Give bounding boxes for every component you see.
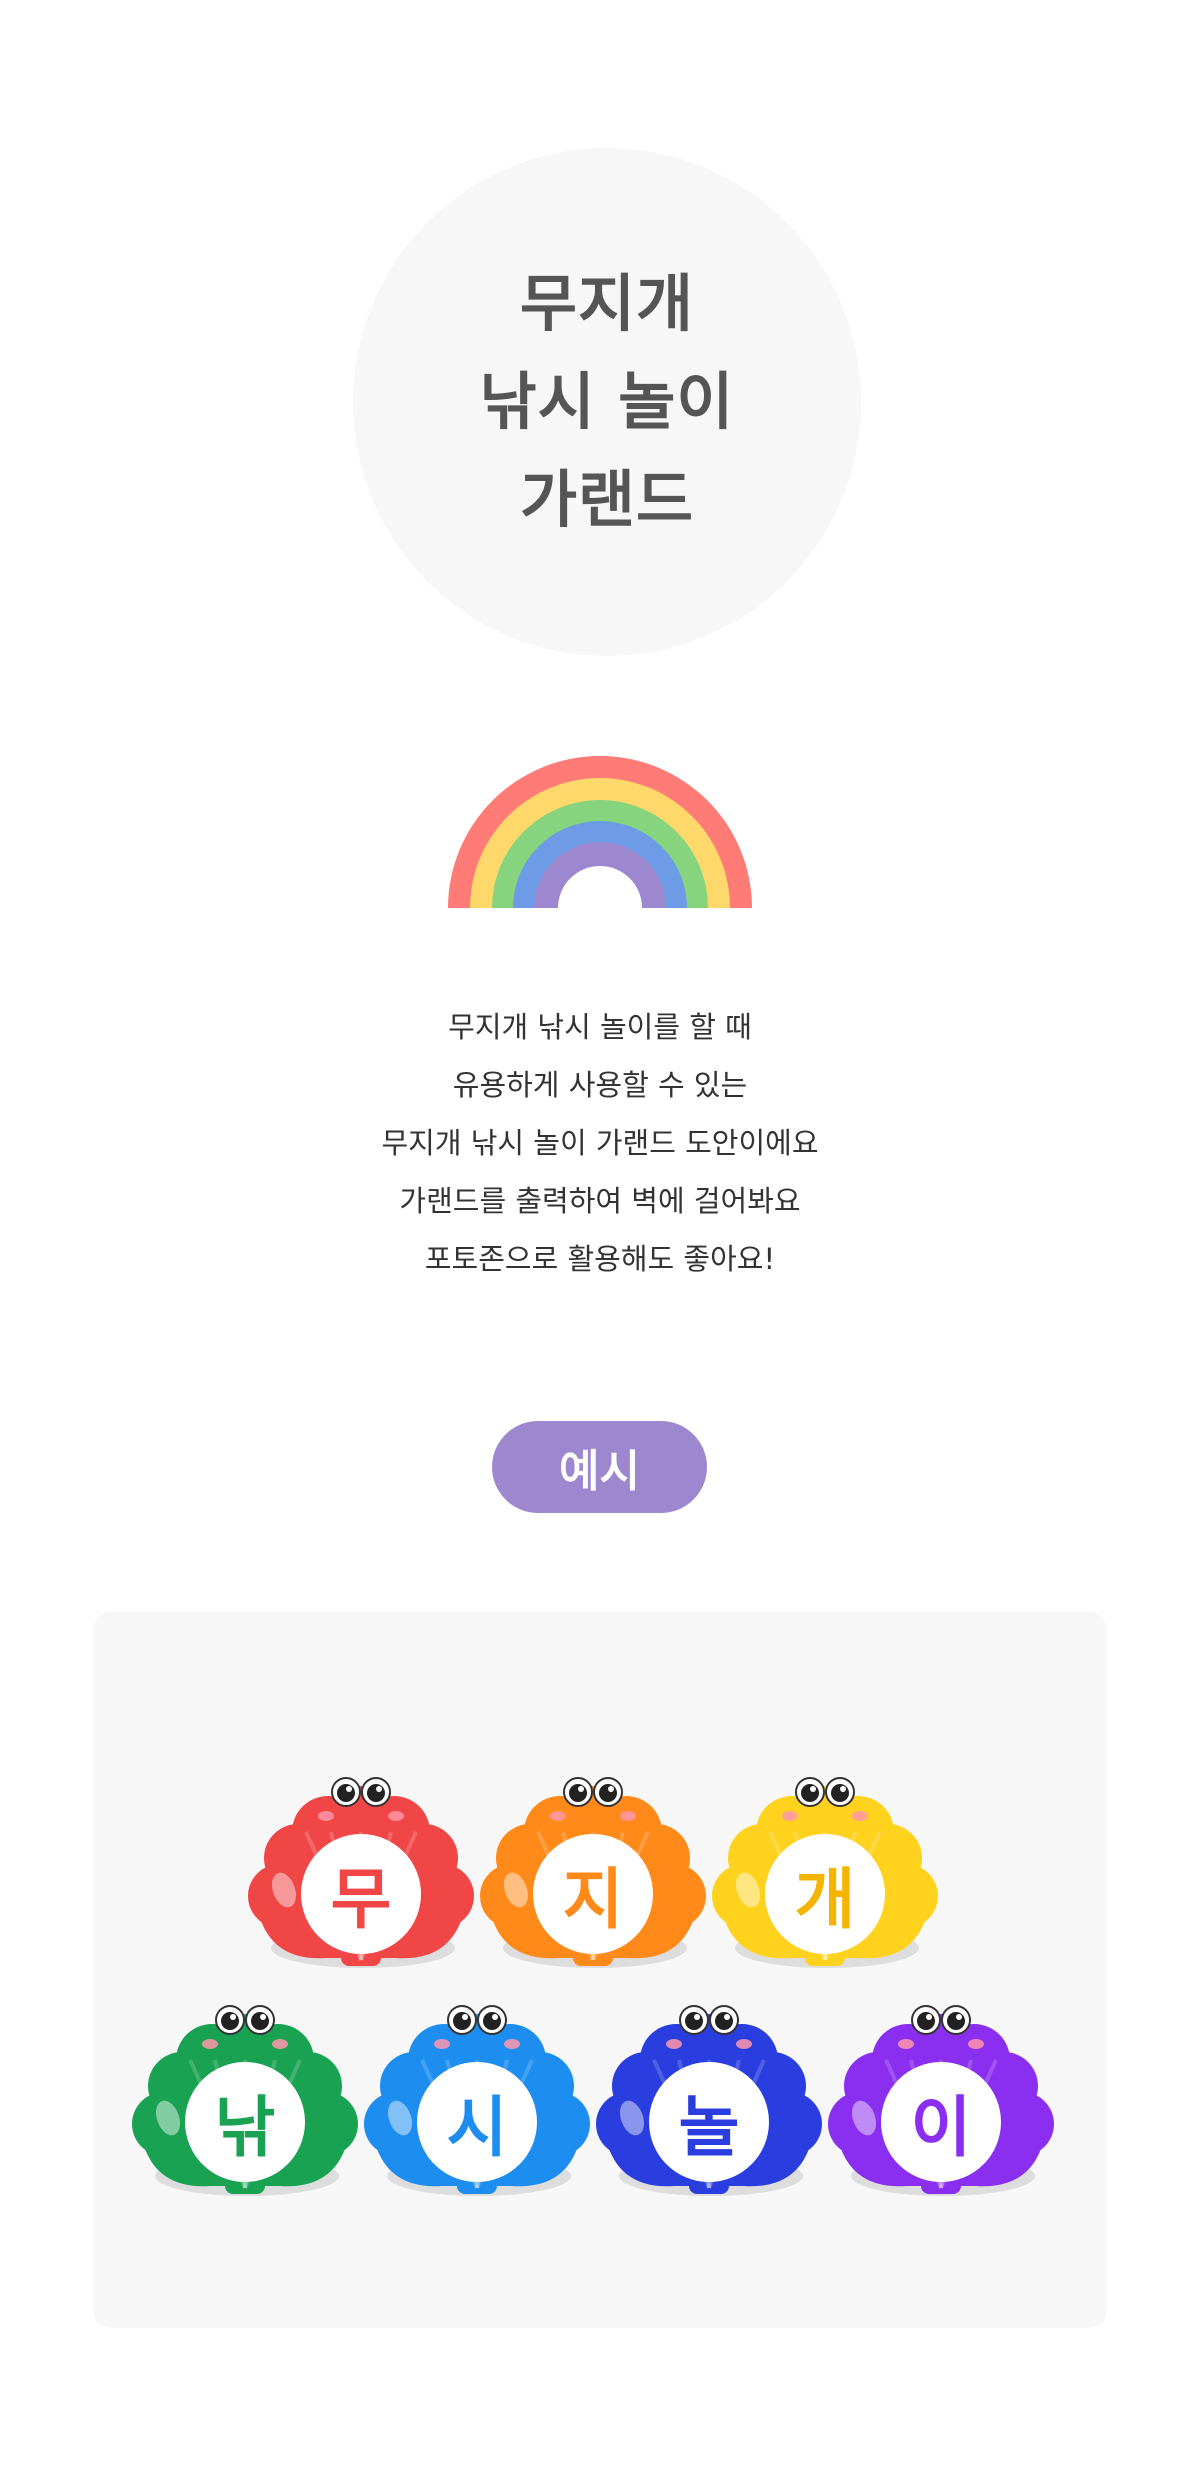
eye-glint: [260, 2014, 266, 2020]
eye-pupil: [367, 1784, 385, 1802]
eye-glint: [230, 2014, 236, 2020]
eye-pupil: [947, 2012, 965, 2030]
eye-glint: [462, 2014, 468, 2020]
cheek-left: [666, 2039, 682, 2049]
description-text: 무지개 낚시 놀이를 할 때 유용하게 사용할 수 있는 무지개 낚시 놀이 가…: [200, 998, 1000, 1288]
eye-glint: [724, 2014, 730, 2020]
eye-glint: [346, 1786, 352, 1792]
shell-letter: 개: [794, 1861, 856, 1938]
shell-letter: 무: [330, 1861, 392, 1938]
garland-shell: 놀: [594, 1990, 824, 2220]
garland-shell: 무: [246, 1762, 476, 1992]
eye-glint: [926, 2014, 932, 2020]
cheek-left: [434, 2039, 450, 2049]
garland-shell: 이: [826, 1990, 1056, 2220]
cheek-right: [968, 2039, 984, 2049]
description-line: 가랜드를 출력하여 벽에 걸어봐요: [399, 1184, 801, 1218]
eye-pupil: [337, 1784, 355, 1802]
eye-glint: [694, 2014, 700, 2020]
eye-glint: [608, 1786, 614, 1792]
shell-letter: 놀: [678, 2089, 740, 2166]
cheek-left: [782, 1811, 798, 1821]
eye-glint: [810, 1786, 816, 1792]
cheek-left: [318, 1811, 334, 1821]
eye-pupil: [801, 1784, 819, 1802]
cheek-left: [550, 1811, 566, 1821]
eye-pupil: [599, 1784, 617, 1802]
garland-shell: 지: [478, 1762, 708, 1992]
cheek-right: [852, 1811, 868, 1821]
eye-glint: [578, 1786, 584, 1792]
eye-pupil: [453, 2012, 471, 2030]
hero-title-line-1: 무지개: [519, 267, 695, 340]
description-line: 무지개 낚시 놀이 가랜드 도안이에요: [381, 1126, 819, 1160]
eye-glint: [956, 2014, 962, 2020]
description-line: 포토존으로 활용해도 좋아요!: [424, 1242, 776, 1276]
example-panel: 무 지 개 낚 시 놀 이: [93, 1612, 1107, 2328]
cheek-right: [736, 2039, 752, 2049]
description-line: 유용하게 사용할 수 있는: [452, 1068, 748, 1102]
cheek-right: [504, 2039, 520, 2049]
description-line: 무지개 낚시 놀이를 할 때: [448, 1010, 752, 1044]
rainbow-icon: [448, 756, 752, 908]
eye-glint: [840, 1786, 846, 1792]
shell-letter: 시: [446, 2089, 508, 2166]
eye-glint: [492, 2014, 498, 2020]
eye-pupil: [715, 2012, 733, 2030]
cheek-right: [272, 2039, 288, 2049]
eye-pupil: [685, 2012, 703, 2030]
eye-glint: [376, 1786, 382, 1792]
shell-letter: 지: [562, 1861, 624, 1938]
example-badge: 예시: [492, 1421, 707, 1513]
cheek-left: [202, 2039, 218, 2049]
cheek-right: [388, 1811, 404, 1821]
garland-shell: 개: [710, 1762, 940, 1992]
garland-shell: 시: [362, 1990, 592, 2220]
eye-pupil: [569, 1784, 587, 1802]
cheek-left: [898, 2039, 914, 2049]
eye-pupil: [483, 2012, 501, 2030]
shell-letter: 낚: [214, 2089, 276, 2166]
eye-pupil: [251, 2012, 269, 2030]
eye-pupil: [917, 2012, 935, 2030]
shell-letter: 이: [910, 2089, 972, 2166]
hero-title-line-2: 낚시 놀이: [479, 365, 735, 438]
eye-pupil: [221, 2012, 239, 2030]
hero-title-circle: 무지개 낚시 놀이 가랜드: [353, 148, 861, 656]
eye-pupil: [831, 1784, 849, 1802]
garland-shell: 낚: [130, 1990, 360, 2220]
hero-title-line-3: 가랜드: [519, 463, 695, 536]
cheek-right: [620, 1811, 636, 1821]
